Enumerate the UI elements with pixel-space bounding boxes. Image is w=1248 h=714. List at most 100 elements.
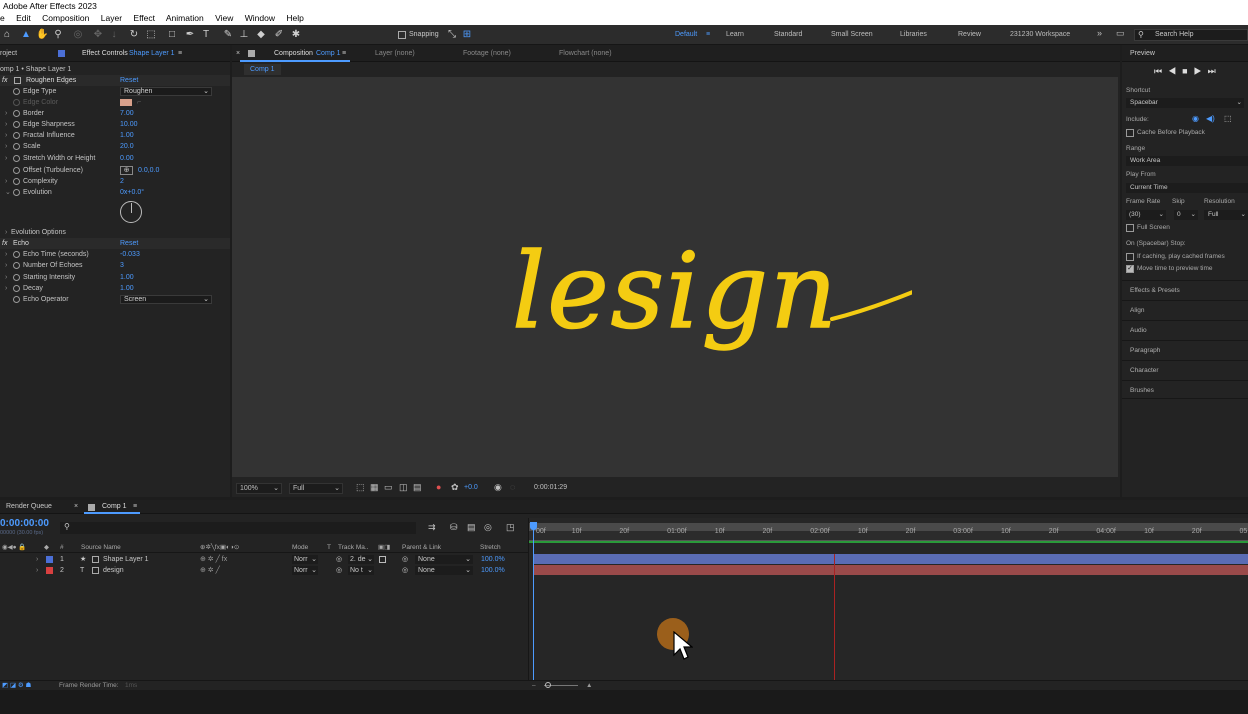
stopwatch-icon[interactable] [13, 189, 20, 196]
edge-sharpness-value[interactable]: 10.00 [120, 119, 138, 130]
stopwatch-icon[interactable] [13, 155, 20, 162]
show-snapshot-icon[interactable]: ◌ [510, 482, 515, 492]
evolution-value[interactable]: 0x+0.0° [120, 187, 144, 198]
eyedropper-icon[interactable]: ⌐ [137, 97, 141, 108]
type-tool-icon[interactable]: T [200, 29, 212, 41]
stopwatch-icon[interactable] [13, 88, 20, 95]
fx-icon[interactable]: fx [2, 238, 7, 249]
echo-operator-dropdown[interactable]: Screen ⌄ [120, 295, 212, 304]
zoom-in-icon[interactable]: ▲ [586, 681, 592, 690]
graph-editor-icon[interactable]: ◳ [506, 522, 515, 533]
border-value[interactable]: 7.00 [120, 108, 134, 119]
stopwatch-icon[interactable] [13, 296, 20, 303]
menu-window[interactable]: Window [245, 13, 275, 23]
move-time-checkbox[interactable]: ✓ [1126, 265, 1134, 273]
edge-type-dropdown[interactable]: Roughen ⌄ [120, 87, 212, 96]
effect-roughen-edges[interactable]: fx Roughen Edges Reset [0, 75, 230, 86]
snapping-checkbox[interactable] [398, 31, 406, 39]
evolution-options-group[interactable]: › Evolution Options [0, 227, 230, 238]
mode-dropdown[interactable]: Norr ⌄ [292, 566, 318, 575]
include-audio-icon[interactable]: ◀) [1206, 114, 1215, 123]
stopwatch-icon[interactable] [13, 262, 20, 269]
roto-brush-icon[interactable]: ✐ [273, 29, 285, 41]
section-align[interactable]: Align [1122, 300, 1248, 319]
panel-toggle-icon[interactable]: ▭ [1116, 28, 1125, 39]
tab-layer[interactable]: Layer (none) [375, 45, 415, 62]
if-caching-checkbox[interactable] [1126, 253, 1134, 261]
crosshair-icon[interactable]: ⊕ [120, 166, 133, 175]
roughen-reset-link[interactable]: Reset [120, 75, 138, 86]
layer-bar-2[interactable] [533, 565, 1248, 575]
full-screen-checkbox[interactable] [1126, 224, 1134, 232]
home-icon[interactable]: ⌂ [1, 29, 13, 41]
layer-row-2[interactable]: › 2 T design ⊕ ✲ ╱ Norr ⌄ ◎ No t ⌄ ◎ None ⌄… [0, 565, 528, 576]
pan-tool-icon[interactable]: ✥ [92, 29, 104, 41]
pen-tool-icon[interactable]: ✒ [184, 29, 196, 41]
workspace-custom[interactable]: 231230 Workspace [1010, 31, 1070, 38]
parent-dropdown[interactable]: None ⌄ [415, 566, 473, 575]
menu-effect[interactable]: Effect [133, 13, 155, 23]
current-time-display[interactable]: 0:00:00:00 [0, 518, 49, 529]
layer-bar-1[interactable] [533, 554, 1248, 564]
tab-render-queue[interactable]: Render Queue [6, 500, 52, 514]
workspace-review[interactable]: Review [958, 31, 981, 38]
effect-toggle-icon[interactable] [14, 77, 21, 84]
workspace-learn[interactable]: Learn [726, 31, 744, 38]
layer-row-1[interactable]: › 1 ★ Shape Layer 1 ⊕ ✲ ╱ fx Norr ⌄ ◎ 2. … [0, 554, 528, 565]
timeline-search-input[interactable]: ⚲ [60, 522, 416, 534]
composition-viewer[interactable]: lesign [232, 77, 1118, 477]
pickwhip-icon[interactable]: ◎ [402, 554, 408, 565]
frame-rate-dropdown[interactable]: (30) ⌄ [1126, 210, 1166, 220]
rectangle-tool-icon[interactable]: □ [166, 29, 178, 41]
stopwatch-icon[interactable] [13, 251, 20, 258]
panel-menu-icon[interactable]: ≡ [178, 45, 182, 62]
menu-composition[interactable]: Composition [42, 13, 89, 23]
rotate-tool-icon[interactable]: ↻ [128, 29, 140, 41]
scale-value[interactable]: 20.0 [120, 141, 134, 152]
stopwatch-icon[interactable] [13, 285, 20, 292]
layer-switches-icon[interactable]: ⊕ ✲ ╱ [200, 565, 220, 576]
menu-view[interactable]: View [215, 13, 233, 23]
menu-help[interactable]: Help [286, 13, 303, 23]
layer-label-color[interactable] [46, 567, 53, 574]
eraser-tool-icon[interactable]: ◆ [255, 29, 267, 41]
section-brushes[interactable]: Brushes [1122, 380, 1248, 399]
include-overlays-icon[interactable]: ⬚ [1224, 114, 1232, 123]
cache-checkbox[interactable] [1126, 129, 1134, 137]
workspace-small-screen[interactable]: Small Screen [831, 31, 873, 38]
zoom-out-icon[interactable]: – [532, 681, 536, 690]
transparency-grid-icon[interactable]: ▦ [370, 482, 379, 493]
hand-tool-icon[interactable]: ✋ [36, 29, 48, 41]
evolution-dial[interactable] [120, 201, 142, 223]
pickwhip-icon[interactable]: ◎ [402, 565, 408, 576]
include-video-icon[interactable]: ◉ [1192, 114, 1199, 123]
last-frame-icon[interactable]: ⏭ [1208, 66, 1222, 76]
stretch-value[interactable]: 100.0% [481, 554, 505, 565]
dolly-tool-icon[interactable]: ↓ [108, 29, 120, 41]
section-character[interactable]: Character [1122, 360, 1248, 379]
number-of-echoes-value[interactable]: 3 [120, 260, 124, 271]
search-help-field[interactable]: ⚲ Search Help [1134, 29, 1248, 41]
decay-value[interactable]: 1.00 [120, 283, 134, 294]
shy-layers-icon[interactable]: ▤ [467, 522, 476, 533]
menu-edit[interactable]: Edit [16, 13, 31, 23]
puppet-tool-icon[interactable]: ✱ [290, 29, 302, 41]
tab-footage[interactable]: Footage (none) [463, 45, 511, 62]
3d-view-icon[interactable]: ▤ [413, 482, 422, 493]
stopwatch-icon[interactable] [13, 178, 20, 185]
layer-name[interactable]: design [103, 565, 124, 576]
comp-navigator-chip[interactable]: Comp 1 [244, 64, 281, 75]
exposure-icon[interactable]: ✿ [451, 482, 459, 493]
stopwatch-icon[interactable] [13, 143, 20, 150]
anchor-tool-icon[interactable]: ⬚ [145, 29, 157, 41]
exposure-value[interactable]: +0.0 [464, 484, 478, 491]
timeline-graph-area[interactable] [528, 518, 1248, 680]
stopwatch-icon[interactable] [13, 274, 20, 281]
menu-animation[interactable]: Animation [166, 13, 204, 23]
mask-visibility-icon[interactable]: ▭ [384, 482, 393, 493]
stopwatch-icon[interactable] [13, 132, 20, 139]
stopwatch-icon[interactable] [13, 110, 20, 117]
starting-intensity-value[interactable]: 1.00 [120, 272, 134, 283]
previous-frame-icon[interactable]: ◀ [1168, 66, 1182, 76]
more-workspaces-icon[interactable]: » [1097, 28, 1102, 38]
